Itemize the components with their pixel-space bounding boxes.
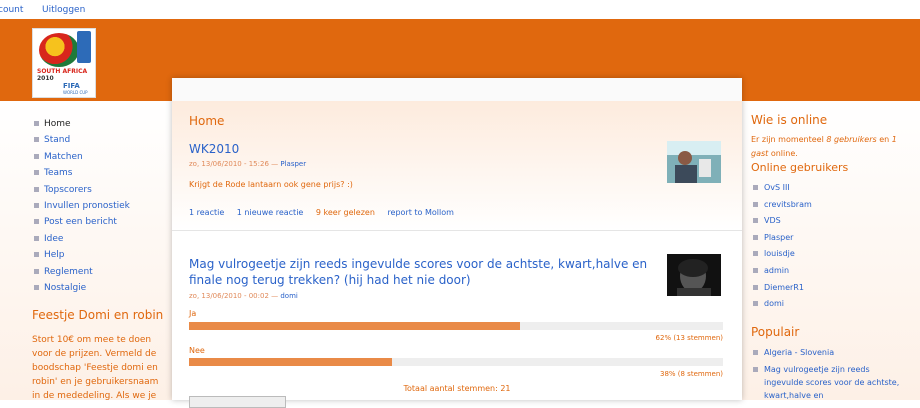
nav-item-pronostiek[interactable]: Invullen pronostiek	[34, 200, 130, 216]
poll-total: Totaal aantal stemmen: 21	[403, 384, 511, 393]
post-links: 1 reactie 1 nieuwe reactie 9 keer geleze…	[189, 208, 464, 217]
poll-meta: zo, 13/06/2010 - 00:02 — domi	[189, 292, 298, 300]
post-divider	[172, 230, 742, 231]
who-text-part: online.	[768, 149, 798, 158]
logo-text: 2010	[37, 75, 54, 82]
nav-item-matchen[interactable]: Matchen	[34, 151, 130, 167]
nav-item-nostalgie[interactable]: Nostalgie	[34, 282, 130, 298]
online-user-link[interactable]: admin	[753, 265, 812, 282]
popular-item-link[interactable]: Mag vulrogeetje zijn reeds ingevulde sco…	[753, 363, 903, 402]
vote-button[interactable]	[189, 396, 286, 408]
online-user-link[interactable]: crevitsbram	[753, 199, 812, 216]
online-users-list: OvS III crevitsbram VDS Plasper louisdje…	[753, 182, 812, 315]
post-date: zo, 13/06/2010 - 15:26 —	[189, 160, 281, 168]
online-user-link[interactable]: VDS	[753, 215, 812, 232]
popular-list: Algeria - Slovenia Mag vulrogeetje zijn …	[753, 346, 903, 406]
online-user-link[interactable]: Plasper	[753, 232, 812, 249]
page-title: Home	[189, 114, 225, 128]
poll-result: 38% (8 stemmen)	[659, 370, 723, 378]
online-user-link[interactable]: DiemerR1	[753, 282, 812, 299]
post-author-link[interactable]: Plasper	[280, 160, 306, 168]
logout-link[interactable]: Uitloggen	[42, 5, 85, 15]
user-avatar[interactable]	[667, 141, 721, 183]
poll-option-label: Ja	[189, 309, 197, 318]
poll-bar	[189, 322, 723, 330]
nav-item-idee[interactable]: Idee	[34, 233, 130, 249]
comments-link[interactable]: 1 reactie	[189, 208, 224, 217]
feestje-text: Stort 10€ om mee te doen voor de prijzen…	[32, 335, 159, 401]
nav-item-home[interactable]: Home	[34, 118, 130, 134]
who-users-count: 8 gebruikers	[826, 135, 877, 144]
post-meta: zo, 13/06/2010 - 15:26 — Plasper	[189, 160, 306, 168]
poll-bar-fill	[189, 322, 521, 330]
poll-title[interactable]: Mag vulrogeetje zijn reeds ingevulde sco…	[189, 256, 659, 288]
poll-bar-fill	[189, 358, 392, 366]
who-online-text: Er zijn momenteel 8 gebruikers en 1 gast…	[751, 133, 911, 161]
new-comments-link[interactable]: 1 nieuwe reactie	[237, 208, 304, 217]
poll-author-link[interactable]: domi	[280, 292, 298, 300]
main-content: Home WK2010 zo, 13/06/2010 - 15:26 — Pla…	[172, 78, 742, 408]
account-link[interactable]: count	[0, 5, 23, 15]
nav-item-help[interactable]: Help	[34, 249, 130, 265]
who-text-part: Er zijn momenteel	[751, 135, 827, 144]
who-online-title: Wie is online	[751, 113, 828, 127]
nav-item-reglement[interactable]: Reglement	[34, 266, 130, 282]
online-user-link[interactable]: louisdje	[753, 248, 812, 265]
wc2010-logo[interactable]: SOUTH AFRICA 2010 FIFA WORLD CUP	[32, 28, 96, 98]
who-text-part: en	[876, 135, 892, 144]
poll-option-label: Nee	[189, 346, 205, 355]
nav-item-stand[interactable]: Stand	[34, 134, 130, 150]
nav-item-teams[interactable]: Teams	[34, 167, 130, 183]
online-user-link[interactable]: OvS III	[753, 182, 812, 199]
nav-item-topscorers[interactable]: Topscorers	[34, 184, 130, 200]
poll-result: 62% (13 stemmen)	[655, 334, 723, 342]
popular-item-link[interactable]: Algeria - Slovenia	[753, 346, 903, 359]
main-top-strip	[172, 78, 742, 101]
logo-text: FIFA	[63, 82, 80, 90]
logo-cup-icon	[77, 31, 91, 63]
top-bar: count Uitloggen	[0, 0, 920, 19]
post-body: Krijgt de Rode lantaarn ook gene prijs? …	[189, 180, 353, 189]
poll-date: zo, 13/06/2010 - 00:02 —	[189, 292, 281, 300]
logo-text: WORLD CUP	[63, 90, 88, 95]
logo-ball-icon	[39, 33, 79, 67]
nav-item-post[interactable]: Post een bericht	[34, 216, 130, 232]
online-user-link[interactable]: domi	[753, 298, 812, 315]
poll-bar	[189, 358, 723, 366]
user-avatar[interactable]	[667, 254, 721, 296]
post-title[interactable]: WK2010	[189, 141, 239, 157]
main-nav: Home Stand Matchen Teams Topscorers Invu…	[34, 118, 130, 298]
read-count: 9 keer gelezen	[315, 208, 375, 217]
feestje-title: Feestje Domi en robin	[32, 308, 164, 322]
online-users-title: Online gebruikers	[751, 161, 849, 174]
popular-title: Populair	[751, 325, 800, 339]
report-link[interactable]: report to Mollom	[387, 208, 453, 217]
